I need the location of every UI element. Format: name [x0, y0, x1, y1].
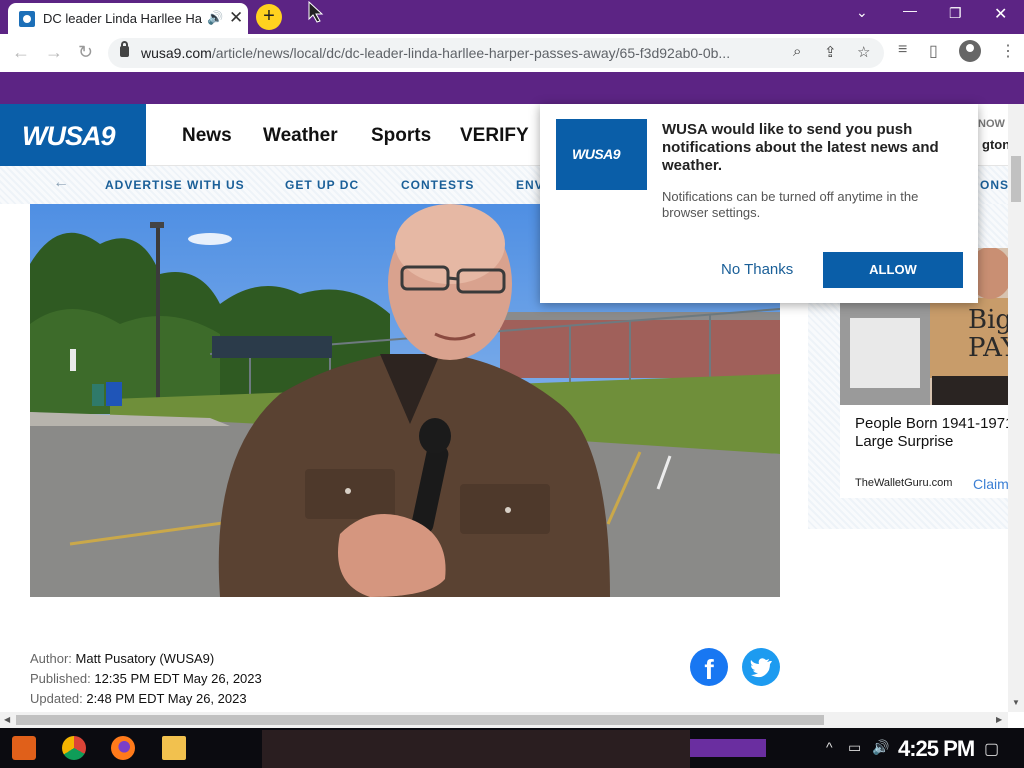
- push-notification-dialog: WUSA9 WUSA would like to send you push n…: [540, 104, 978, 303]
- media-control-icon[interactable]: ≡: [898, 41, 907, 59]
- bookmark-star-icon[interactable]: ☆: [857, 43, 870, 61]
- twitter-share-icon[interactable]: [742, 648, 780, 686]
- mouse-cursor-icon: [308, 1, 324, 23]
- subnav-get-up-dc[interactable]: GET UP DC: [285, 178, 359, 192]
- wusa9-logo[interactable]: WUSA9: [0, 104, 146, 166]
- horizontal-scroll-thumb[interactable]: [16, 715, 824, 725]
- close-tab-icon[interactable]: ✕: [229, 8, 243, 28]
- article-published: Published: 12:35 PM EDT May 26, 2023: [30, 671, 262, 686]
- forward-arrow-icon[interactable]: →: [45, 42, 63, 63]
- network-icon[interactable]: ▭: [848, 739, 861, 756]
- os-taskbar: ^ ▭ 🔊 4:25 PM ▢: [0, 728, 1024, 768]
- popup-body: Notifications can be turned off anytime …: [662, 189, 919, 220]
- scroll-left-icon[interactable]: ◀: [4, 715, 10, 724]
- taskbar-clock[interactable]: 4:25 PM: [898, 736, 975, 762]
- browser-titlebar: DC leader Linda Harllee Ha 🔊 ✕ + ⌄ — ❐ ✕: [0, 0, 1024, 34]
- ad-source[interactable]: TheWalletGuru.com: [855, 477, 952, 489]
- notification-center-icon[interactable]: ▢: [984, 739, 999, 759]
- nav-news[interactable]: News: [182, 125, 232, 147]
- subnav-advertise[interactable]: ADVERTISE WITH US: [105, 178, 245, 192]
- allow-button[interactable]: ALLOW: [823, 252, 963, 288]
- logo-text: WUSA9: [22, 121, 116, 151]
- article-author: Author: Matt Pusatory (WUSA9): [30, 651, 215, 666]
- bookmarks-bar: [0, 72, 1024, 104]
- nav-verify[interactable]: VERIFY: [460, 125, 529, 147]
- ad-sign-text: Big PAY: [968, 306, 1008, 362]
- taskbar-background-art: [262, 730, 690, 768]
- scroll-right-icon[interactable]: ▶: [996, 715, 1002, 724]
- address-bar[interactable]: wusa9.com/article/news/local/dc/dc-leade…: [108, 38, 884, 68]
- vertical-scroll-thumb[interactable]: [1011, 156, 1021, 202]
- more-menu-icon[interactable]: ⋮: [1000, 41, 1016, 61]
- no-thanks-button[interactable]: No Thanks: [721, 261, 793, 278]
- tab-title: DC leader Linda Harllee Ha: [43, 11, 202, 26]
- subnav-right-item[interactable]: ONS: [980, 178, 1009, 192]
- back-arrow-icon[interactable]: ←: [12, 42, 30, 63]
- tab-search-icon[interactable]: ⌄: [856, 4, 868, 21]
- profile-avatar-icon[interactable]: [959, 40, 981, 62]
- facebook-share-icon[interactable]: f: [690, 648, 728, 686]
- scroll-down-icon[interactable]: ▼: [1012, 698, 1020, 707]
- share-icon[interactable]: ⇪: [824, 43, 837, 61]
- site-favicon-icon: [19, 11, 35, 27]
- subnav-left-arrow-icon[interactable]: ←: [53, 174, 69, 192]
- nav-weather[interactable]: Weather: [263, 125, 338, 147]
- horizontal-scrollbar[interactable]: ◀ ▶: [0, 712, 1008, 728]
- popup-logo: WUSA9: [556, 119, 647, 190]
- search-icon[interactable]: ⌕: [793, 43, 801, 60]
- ad-claim-link[interactable]: Claim: [973, 476, 1008, 492]
- volume-icon[interactable]: 🔊: [872, 739, 889, 756]
- nav-sports[interactable]: Sports: [371, 125, 431, 147]
- side-panel-icon[interactable]: ▯: [929, 41, 938, 61]
- minimize-window-button[interactable]: —: [903, 2, 917, 18]
- audio-playing-icon[interactable]: 🔊: [207, 10, 223, 26]
- close-window-button[interactable]: ✕: [994, 4, 1007, 24]
- reload-icon[interactable]: ↻: [78, 42, 93, 63]
- article-updated: Updated: 2:48 PM EDT May 26, 2023: [30, 691, 247, 706]
- start-button-icon[interactable]: [12, 736, 36, 760]
- now-label[interactable]: NOW: [978, 118, 1005, 130]
- ad-headline-line1: People Born 1941-1971: [855, 415, 1008, 432]
- twitter-bird-icon: [750, 658, 772, 678]
- file-explorer-taskbar-icon[interactable]: [162, 736, 186, 760]
- popup-title: WUSA would like to send you push notific…: [662, 121, 939, 174]
- ad-headline-line2: Large Surprise: [855, 433, 954, 450]
- browser-tab[interactable]: DC leader Linda Harllee Ha 🔊 ✕: [8, 3, 248, 34]
- author-name[interactable]: Matt Pusatory (WUSA9): [76, 651, 215, 666]
- popup-logo-text: WUSA9: [572, 146, 621, 162]
- new-tab-button[interactable]: +: [256, 4, 282, 30]
- vertical-scrollbar[interactable]: ▼: [1008, 104, 1024, 712]
- chrome-taskbar-icon[interactable]: [62, 736, 86, 760]
- lock-icon[interactable]: [120, 41, 129, 57]
- ad-headline[interactable]: People Born 1941-1971 Large Surprise: [855, 415, 1008, 451]
- show-hidden-icons-icon[interactable]: ^: [826, 739, 833, 755]
- firefox-taskbar-icon[interactable]: [111, 736, 135, 760]
- browser-toolbar: ← → ↻ wusa9.com/article/news/local/dc/dc…: [0, 34, 1024, 72]
- subnav-contests[interactable]: CONTESTS: [401, 178, 474, 192]
- location-label[interactable]: gton: [982, 137, 1010, 152]
- restore-window-button[interactable]: ❐: [949, 5, 962, 22]
- url-text[interactable]: wusa9.com/article/news/local/dc/dc-leade…: [141, 45, 791, 61]
- taskbar-accent: [690, 739, 766, 757]
